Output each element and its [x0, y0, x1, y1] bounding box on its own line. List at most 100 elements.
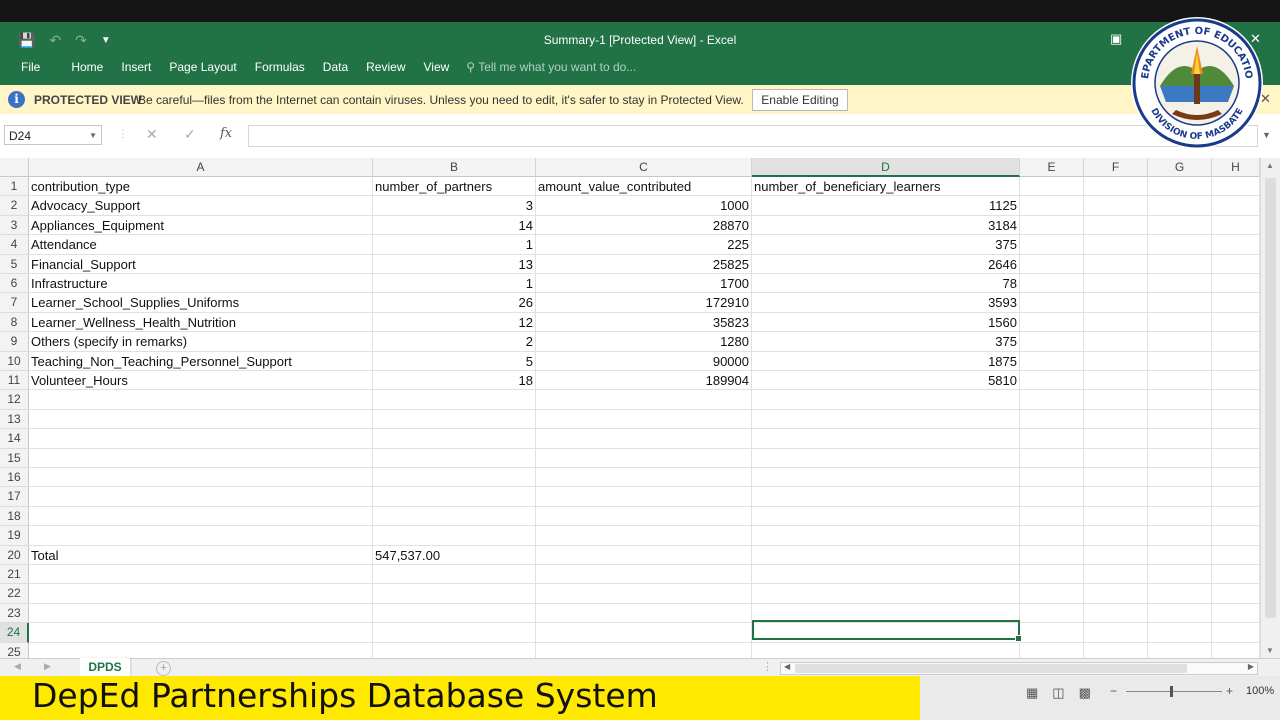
cell-f24[interactable]	[1084, 623, 1148, 643]
row-header-3[interactable]: 3	[0, 215, 29, 236]
cell-f20[interactable]	[1084, 545, 1148, 565]
cell-c16[interactable]	[536, 468, 752, 488]
cell-b6[interactable]: 1	[373, 274, 536, 294]
cell-e10[interactable]	[1020, 351, 1084, 371]
cell-h13[interactable]	[1212, 409, 1260, 430]
cell-a21[interactable]	[29, 565, 373, 585]
cell-c10[interactable]: 90000	[536, 351, 752, 371]
row-header-16[interactable]: 16	[0, 468, 29, 488]
row-header-18[interactable]: 18	[0, 506, 29, 527]
cell-c21[interactable]	[536, 565, 752, 585]
cell-h9[interactable]	[1212, 332, 1260, 352]
cell-b13[interactable]	[373, 409, 536, 430]
column-header-c[interactable]: C	[536, 158, 752, 177]
cell-b16[interactable]	[373, 468, 536, 488]
cell-g9[interactable]	[1148, 332, 1212, 352]
row-header-7[interactable]: 7	[0, 293, 29, 313]
cell-c20[interactable]	[536, 545, 752, 565]
cell-d5[interactable]: 2646	[752, 254, 1020, 274]
cell-d11[interactable]: 5810	[752, 371, 1020, 391]
prev-sheet-icon[interactable]: ◀	[14, 661, 21, 672]
cell-g17[interactable]	[1148, 487, 1212, 507]
cell-e6[interactable]	[1020, 274, 1084, 294]
cell-c23[interactable]	[536, 603, 752, 624]
cell-f5[interactable]	[1084, 254, 1148, 274]
cell-a18[interactable]	[29, 506, 373, 527]
cell-d21[interactable]	[752, 565, 1020, 585]
cell-h18[interactable]	[1212, 506, 1260, 527]
zoom-level[interactable]: 100%	[1246, 685, 1274, 697]
cell-d13[interactable]	[752, 409, 1020, 430]
page-break-view-icon[interactable]: ▩	[1079, 685, 1091, 701]
add-sheet-icon[interactable]: +	[156, 661, 171, 676]
zoom-slider[interactable]	[1126, 691, 1222, 692]
cell-b24[interactable]	[373, 623, 536, 643]
cell-c15[interactable]	[536, 448, 752, 468]
cell-g5[interactable]	[1148, 254, 1212, 274]
cell-h20[interactable]	[1212, 545, 1260, 565]
cell-b17[interactable]	[373, 487, 536, 507]
row-header-12[interactable]: 12	[0, 390, 29, 410]
column-header-a[interactable]: A	[29, 158, 373, 177]
column-header-h[interactable]: H	[1212, 158, 1260, 177]
scroll-up-icon[interactable]: ▲	[1266, 161, 1274, 170]
cell-c6[interactable]: 1700	[536, 274, 752, 294]
cell-b3[interactable]: 14	[373, 215, 536, 236]
cell-e21[interactable]	[1020, 565, 1084, 585]
cell-f1[interactable]	[1084, 177, 1148, 197]
cell-g16[interactable]	[1148, 468, 1212, 488]
tab-review[interactable]: Review	[357, 60, 414, 74]
ribbon-display-icon[interactable]: ▣	[1110, 31, 1122, 47]
cell-c3[interactable]: 28870	[536, 215, 752, 236]
cell-a2[interactable]: Advocacy_Support	[29, 196, 373, 216]
cell-d9[interactable]: 375	[752, 332, 1020, 352]
cell-e24[interactable]	[1020, 623, 1084, 643]
cell-c5[interactable]: 25825	[536, 254, 752, 274]
cell-h21[interactable]	[1212, 565, 1260, 585]
cell-c19[interactable]	[536, 526, 752, 546]
tab-view[interactable]: View	[415, 60, 459, 74]
cell-f4[interactable]	[1084, 235, 1148, 255]
name-box[interactable]: D24 ▼	[4, 125, 102, 145]
cell-b15[interactable]	[373, 448, 536, 468]
cell-g3[interactable]	[1148, 215, 1212, 236]
row-header-14[interactable]: 14	[0, 429, 29, 449]
cell-d17[interactable]	[752, 487, 1020, 507]
chevron-down-icon[interactable]: ▼	[89, 126, 97, 146]
cell-b23[interactable]	[373, 603, 536, 624]
cell-e11[interactable]	[1020, 371, 1084, 391]
cell-f14[interactable]	[1084, 429, 1148, 449]
cell-g10[interactable]	[1148, 351, 1212, 371]
cell-a9[interactable]: Others (specify in remarks)	[29, 332, 373, 352]
cell-b14[interactable]	[373, 429, 536, 449]
row-header-20[interactable]: 20	[0, 545, 29, 565]
column-header-e[interactable]: E	[1020, 158, 1084, 177]
cell-d4[interactable]: 375	[752, 235, 1020, 255]
cell-e9[interactable]	[1020, 332, 1084, 352]
cell-h24[interactable]	[1212, 623, 1260, 643]
next-sheet-icon[interactable]: ▶	[44, 661, 51, 672]
cell-a13[interactable]	[29, 409, 373, 430]
row-header-5[interactable]: 5	[0, 254, 29, 274]
cell-e2[interactable]	[1020, 196, 1084, 216]
enter-icon[interactable]: ✓	[184, 126, 196, 143]
cell-b12[interactable]	[373, 390, 536, 410]
cell-g23[interactable]	[1148, 603, 1212, 624]
cell-f11[interactable]	[1084, 371, 1148, 391]
cell-b4[interactable]: 1	[373, 235, 536, 255]
cancel-icon[interactable]: ✕	[146, 126, 158, 143]
cell-c17[interactable]	[536, 487, 752, 507]
row-header-8[interactable]: 8	[0, 312, 29, 333]
row-header-6[interactable]: 6	[0, 274, 29, 294]
cell-f21[interactable]	[1084, 565, 1148, 585]
cell-f6[interactable]	[1084, 274, 1148, 294]
cell-a19[interactable]	[29, 526, 373, 546]
row-header-22[interactable]: 22	[0, 584, 29, 604]
cell-f13[interactable]	[1084, 409, 1148, 430]
cell-e15[interactable]	[1020, 448, 1084, 468]
cell-f8[interactable]	[1084, 312, 1148, 333]
cell-a3[interactable]: Appliances_Equipment	[29, 215, 373, 236]
cell-d16[interactable]	[752, 468, 1020, 488]
row-header-13[interactable]: 13	[0, 409, 29, 430]
cell-g8[interactable]	[1148, 312, 1212, 333]
